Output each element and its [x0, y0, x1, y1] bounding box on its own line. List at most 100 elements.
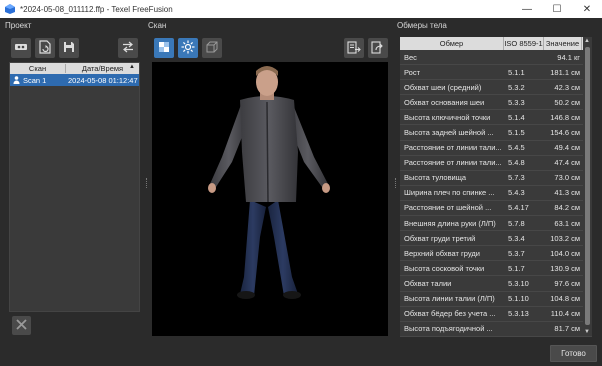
app-logo-icon — [5, 4, 15, 14]
mesh-view-button[interactable] — [202, 38, 222, 58]
measure-name: Обхват талии — [404, 278, 452, 288]
measurements-scrollbar[interactable]: ▲ ▼ — [583, 37, 592, 336]
iso-code: 5.7.3 — [508, 173, 525, 183]
measurements-table-header: Обмер ISO 8559-1 Значение — [400, 37, 592, 50]
iso-code: 5.4.5 — [508, 143, 525, 153]
share-icon — [371, 40, 385, 56]
column-header-datetime-label: Дата/Время — [81, 64, 124, 73]
column-header-scan[interactable]: Скан — [10, 64, 66, 73]
list-item[interactable]: Scan 1 2024-05-08 01:12:47 — [10, 74, 139, 86]
table-row[interactable]: Высота туловища 5.7.3 73.0 см — [400, 171, 592, 186]
minimize-button[interactable]: — — [512, 0, 542, 18]
measure-name: Высота задней шейной ... — [404, 128, 494, 138]
table-row[interactable]: Высота линии талии (Л/П) 5.1.10 104.8 см — [400, 292, 592, 307]
table-row[interactable]: Обхват основания шеи 5.3.3 50.2 см — [400, 95, 592, 111]
project-list-header: Скан Дата/Время ▲ — [10, 63, 139, 74]
measure-value: 63.1 см — [554, 218, 580, 228]
swap-button[interactable] — [118, 38, 138, 58]
measure-value: 42.3 см — [554, 82, 580, 92]
scan-section-label: Скан — [148, 21, 167, 30]
share-button[interactable] — [368, 38, 388, 58]
splitter-handle[interactable] — [395, 178, 397, 188]
table-row[interactable]: Верхний обхват груди 5.3.7 104.0 см — [400, 246, 592, 262]
done-button[interactable]: Готово — [550, 345, 597, 362]
table-row[interactable]: Вес 94.1 кг — [400, 50, 592, 66]
save-button[interactable] — [59, 38, 79, 58]
measure-name: Высота подъягодичной ... — [404, 324, 493, 334]
measure-name: Расстояние от линии тали... — [404, 158, 502, 168]
iso-code: 5.1.7 — [508, 263, 525, 273]
sun-icon — [181, 40, 195, 56]
table-row[interactable]: Высота ключичной точки 5.1.4 146.8 см — [400, 110, 592, 126]
table-row[interactable]: Рост 5.1.1 181.1 см — [400, 65, 592, 81]
iso-code: 5.3.4 — [508, 233, 525, 243]
table-row[interactable]: Высота задней шейной ... 5.1.5 154.6 см — [400, 125, 592, 141]
table-row[interactable]: Высота подъягодичной ... 81.7 см — [400, 322, 592, 337]
column-header-iso[interactable]: ISO 8559-1 — [504, 37, 544, 50]
scanner-icon — [14, 42, 28, 54]
measure-name: Высота ключичной точки — [404, 112, 491, 122]
measure-value: 104.0 см — [550, 248, 580, 258]
window-title: *2024-05-08_011112.ffp - Texel FreeFusio… — [20, 4, 173, 14]
person-icon — [13, 76, 20, 84]
measurements-table-body: Вес 94.1 кг Рост 5.1.1 181.1 см Обхват шеи (с… — [400, 50, 592, 337]
column-header-value[interactable]: Значение — [544, 37, 582, 50]
measure-name: Верхний обхват груди — [404, 248, 480, 258]
measure-value: 130.9 см — [550, 263, 580, 273]
measure-name: Расстояние от линии тали... — [404, 143, 502, 153]
measure-value: 94.1 кг — [557, 52, 580, 62]
delete-x-icon — [16, 319, 27, 332]
column-header-datetime[interactable]: Дата/Время ▲ — [66, 64, 139, 73]
lighting-button[interactable] — [178, 38, 198, 58]
measure-value: 103.2 см — [550, 233, 580, 243]
iso-code: 5.4.3 — [508, 188, 525, 198]
scanner-button[interactable] — [11, 38, 31, 58]
table-row[interactable]: Обхват талии 5.3.10 97.6 см — [400, 276, 592, 292]
cube-icon — [206, 41, 218, 55]
measure-name: Высота сосковой точки — [404, 263, 485, 273]
close-button[interactable]: ✕ — [572, 0, 602, 18]
open-file-button[interactable] — [35, 38, 55, 58]
table-row[interactable]: Высота сосковой точки 5.1.7 130.9 см — [400, 261, 592, 277]
table-row[interactable]: Обхват бёдер без учета ... 5.3.13 110.4 см — [400, 307, 592, 322]
table-row[interactable]: Внешняя длина руки (Л/П) 5.7.8 63.1 см — [400, 216, 592, 232]
iso-code: 5.4.17 — [508, 203, 529, 213]
swap-arrows-icon — [121, 41, 135, 55]
measurements-table: Обмер ISO 8559-1 Значение Вес 94.1 кг Рост… — [400, 37, 592, 337]
measurements-section-label: Обмеры тела — [397, 21, 447, 30]
measure-value: 104.8 см — [550, 294, 580, 304]
iso-code: 5.1.5 — [508, 128, 525, 138]
table-row[interactable]: Ширина плеч по спинке ... 5.4.3 41.3 см — [400, 186, 592, 201]
measure-value: 41.3 см — [554, 188, 580, 198]
sort-asc-icon: ▲ — [129, 64, 135, 70]
iso-code: 5.1.1 — [508, 67, 525, 77]
splitter-handle[interactable] — [146, 178, 148, 188]
table-row[interactable]: Обхват груди третий 5.3.4 103.2 см — [400, 231, 592, 247]
scrollbar-thumb[interactable] — [585, 47, 590, 325]
measure-value: 73.0 см — [554, 173, 580, 183]
scroll-down-icon[interactable]: ▼ — [584, 329, 590, 335]
open-file-icon — [39, 40, 51, 56]
table-row[interactable]: Расстояние от шейной ... 5.4.17 84.2 см — [400, 201, 592, 217]
column-header-measure[interactable]: Обмер — [400, 37, 504, 50]
scan-3d-viewport[interactable] — [152, 62, 388, 336]
measure-name: Внешняя длина руки (Л/П) — [404, 218, 496, 228]
texture-view-button[interactable] — [154, 38, 174, 58]
maximize-button[interactable]: ☐ — [542, 0, 572, 18]
table-row[interactable]: Расстояние от линии тали... 5.4.8 47.4 см — [400, 156, 592, 171]
iso-code: 5.4.8 — [508, 158, 525, 168]
export-button[interactable] — [344, 38, 364, 58]
iso-code: 5.3.13 — [508, 309, 529, 319]
scroll-up-icon[interactable]: ▲ — [584, 38, 590, 44]
measure-value: 50.2 см — [554, 97, 580, 107]
iso-code: 5.3.7 — [508, 248, 525, 258]
iso-code: 5.1.4 — [508, 112, 525, 122]
table-row[interactable]: Расстояние от линии тали... 5.4.5 49.4 см — [400, 141, 592, 156]
measure-value: 110.4 см — [550, 309, 580, 319]
table-row[interactable]: Обхват шеи (средний) 5.3.2 42.3 см — [400, 80, 592, 96]
measure-name: Обхват бёдер без учета ... — [404, 309, 496, 319]
scan-name: Scan 1 — [23, 75, 47, 85]
delete-button[interactable] — [12, 316, 31, 335]
export-icon — [347, 40, 361, 56]
measure-value: 97.6 см — [554, 278, 580, 288]
